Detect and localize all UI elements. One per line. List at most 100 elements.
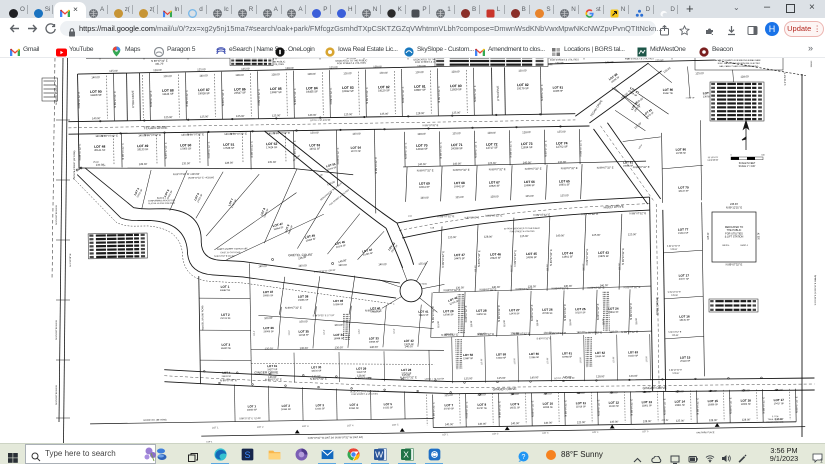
svg-text:15685 SF: 15685 SF (298, 299, 309, 302)
svg-text:140.00': 140.00' (543, 391, 552, 395)
svg-text:N 0°52′28″ W 331.10: N 0°52′28″ W 331.10 (56, 320, 58, 340)
svg-text:125.00': 125.00' (676, 419, 685, 423)
svg-text:140.00': 140.00' (511, 421, 520, 425)
svg-text:N 89°07′32″ E: N 89°07′32″ E (513, 331, 530, 335)
svg-text:24533 SF: 24533 SF (222, 376, 232, 378)
svg-text:10861 SF: 10861 SF (675, 404, 686, 407)
svg-text:23423 SF: 23423 SF (490, 257, 501, 260)
svg-text:LOT F = 97,176 SF: LOT F = 97,176 SF (310, 119, 331, 122)
svg-text:11019 SF: 11019 SF (576, 405, 587, 408)
svg-text:15878 SF: 15878 SF (598, 255, 609, 258)
svg-text:24497 4: 24497 4 (740, 245, 748, 247)
svg-text:19179 SF: 19179 SF (517, 86, 529, 90)
svg-text:125.00': 125.00' (592, 233, 601, 237)
svg-text:N 89°07′32″ E: N 89°07′32″ E (633, 165, 650, 169)
svg-text:11918 SF: 11918 SF (299, 334, 310, 337)
svg-text:ELEC. WATER MAIN, TELEPHONE, E: ELEC. WATER MAIN, TELEPHONE, ELECTRIC (718, 62, 761, 65)
svg-text:140.00': 140.00' (308, 113, 317, 117)
svg-text:N 89°07′32″ E: N 89°07′32″ E (464, 401, 468, 418)
svg-text:SHEET 4/SHEET 7 MATCH SET.: SHEET 4/SHEET 7 MATCH SET. (217, 247, 249, 250)
svg-text:BASDF RD. (66' ROW): BASDF RD. (66' ROW) (144, 418, 167, 421)
svg-text:S 0°01′50″ E (S 0°01′50″ E 26: S 0°01′50″ E (S 0°01′50″ E 2644.43) (815, 274, 817, 305)
svg-text:LOT C = 75,719 SF: LOT C = 75,719 SF (554, 377, 575, 380)
svg-text:50' ROW: 50' ROW (419, 284, 427, 286)
svg-text:OAK PARK PLACE: OAK PARK PLACE (696, 431, 715, 434)
svg-text:24338 SF: 24338 SF (451, 146, 463, 150)
svg-text:135.00': 135.00' (448, 235, 457, 239)
svg-text:EASEMENT: EASEMENT (708, 159, 720, 162)
svg-text:18133 SF: 18133 SF (137, 147, 149, 151)
svg-text:LOT 1: LOT 1 (248, 404, 257, 408)
svg-text:115.00': 115.00' (471, 320, 473, 327)
svg-text:11934 SF: 11934 SF (521, 145, 533, 149)
svg-text:135.00': 135.00' (642, 390, 651, 394)
svg-text:115.0': 115.0' (359, 328, 361, 334)
svg-text:125.00': 125.00' (695, 71, 704, 75)
svg-text:N 89°07′32″ E: N 89°07′32″ E (144, 133, 161, 137)
svg-text:128.00': 128.00' (139, 162, 148, 166)
svg-text:125.00': 125.00' (109, 69, 118, 73)
svg-text:115.00': 115.00' (583, 263, 585, 271)
svg-text:LOT 4: LOT 4 (350, 403, 359, 407)
svg-text:LOT 30: LOT 30 (311, 365, 321, 369)
svg-text:S 89°07′32″ E 177.52': S 89°07′32″ E 177.52' (313, 315, 335, 317)
svg-text:N 89°07′32″ E: N 89°07′32″ E (588, 286, 605, 290)
svg-text:115.00': 115.00' (619, 262, 621, 270)
svg-text:N 89°07′32″ E: N 89°07′32″ E (441, 333, 458, 337)
svg-text:N 89°07′32″ E: N 89°07′32″ E (597, 165, 614, 169)
svg-text:11144 SF: 11144 SF (162, 92, 174, 96)
svg-text:477.04': 477.04' (661, 420, 669, 422)
svg-text:FOR STREET & UTILITIES: FOR STREET & UTILITIES (351, 394, 378, 396)
svg-text:130.00': 130.00' (708, 389, 717, 393)
svg-text:130.00': 130.00' (629, 374, 638, 378)
svg-text:N 89°07′32″ E: N 89°07′32″ E (403, 142, 407, 159)
svg-text:N 89°07′32″ E: N 89°07′32″ E (530, 304, 534, 321)
svg-text:LOT 81: LOT 81 (623, 160, 633, 164)
svg-text:N 89°07′32″ E: N 89°07′32″ E (525, 167, 542, 171)
svg-text:S 89°07′32″ E: S 89°07′32″ E (668, 332, 682, 334)
svg-text:125.00': 125.00' (708, 232, 710, 240)
svg-text:115.00': 115.00' (514, 357, 516, 364)
svg-text:FOR STREET & UTILITIES: FOR STREET & UTILITIES (337, 62, 366, 65)
svg-text:N 89°07′32″ E: N 89°07′32″ E (417, 168, 434, 172)
svg-text:LOT 1: LOT 1 (442, 434, 449, 436)
svg-text:115.00': 115.00' (547, 357, 549, 364)
svg-text:N 89°07′32″ E: N 89°07′32″ E (453, 168, 470, 172)
svg-text:10965 SF: 10965 SF (369, 342, 380, 344)
svg-text:125.00': 125.00' (670, 249, 677, 251)
svg-text:135.00': 135.00' (464, 376, 473, 380)
svg-text:N 89°07′32″ E: N 89°07′32″ E (431, 306, 435, 323)
svg-text:N 89°07′32″ E: N 89°07′32″ E (206, 141, 210, 158)
svg-text:128.00': 128.00' (643, 419, 652, 423)
svg-text:14619 SF: 14619 SF (496, 358, 507, 360)
svg-text:11359 SF: 11359 SF (476, 313, 487, 316)
svg-text:128.00': 128.00' (740, 74, 749, 78)
svg-text:20730 SF: 20730 SF (444, 407, 455, 410)
svg-text:12433 SF: 12433 SF (315, 408, 326, 410)
svg-text:LOT 59: LOT 59 (496, 352, 506, 356)
svg-text:N 89°07′32″ E: N 89°07′32″ E (477, 332, 494, 336)
svg-text:N 89°07′32″ E: N 89°07′32″ E (585, 248, 589, 265)
svg-text:19738 SF: 19738 SF (676, 152, 687, 155)
svg-text:N 89°07′32″ E: N 89°07′32″ E (77, 91, 81, 108)
svg-text:N 89°07′32″ E: N 89°07′32″ E (120, 143, 124, 160)
svg-text:S: S (244, 450, 250, 460)
svg-text:125.00': 125.00' (197, 67, 206, 71)
svg-text:130.00': 130.00' (518, 68, 527, 72)
svg-text:N 89°07′32″ E: N 89°07′32″ E (629, 399, 633, 416)
svg-text:11929 SF: 11929 SF (450, 87, 462, 91)
svg-text:130.00': 130.00' (610, 420, 619, 424)
svg-text:TWLN. PLAT B.2: TWLN. PLAT B.2 (768, 418, 783, 421)
svg-text:LOT 3: LOT 3 (316, 403, 325, 407)
svg-text:LOT 4: LOT 4 (347, 424, 354, 427)
svg-text:N 89°07′32″ E: N 89°07′32″ E (187, 132, 204, 136)
svg-text:128.00': 128.00' (522, 130, 531, 134)
svg-text:128.00': 128.00' (271, 72, 280, 76)
svg-text:20118 SF: 20118 SF (680, 360, 691, 363)
svg-text:S. TON: S. TON (772, 416, 779, 418)
svg-text:LOT 32: LOT 32 (404, 339, 414, 343)
svg-text:PLAT BK. 45 PGS 2005-00411: PLAT BK. 45 PGS 2005-00411 (148, 202, 175, 205)
svg-text:N 89°07′32″ E: N 89°07′32″ E (516, 287, 533, 291)
svg-text:125.00': 125.00' (675, 389, 684, 393)
svg-text:130.00': 130.00' (335, 345, 344, 349)
